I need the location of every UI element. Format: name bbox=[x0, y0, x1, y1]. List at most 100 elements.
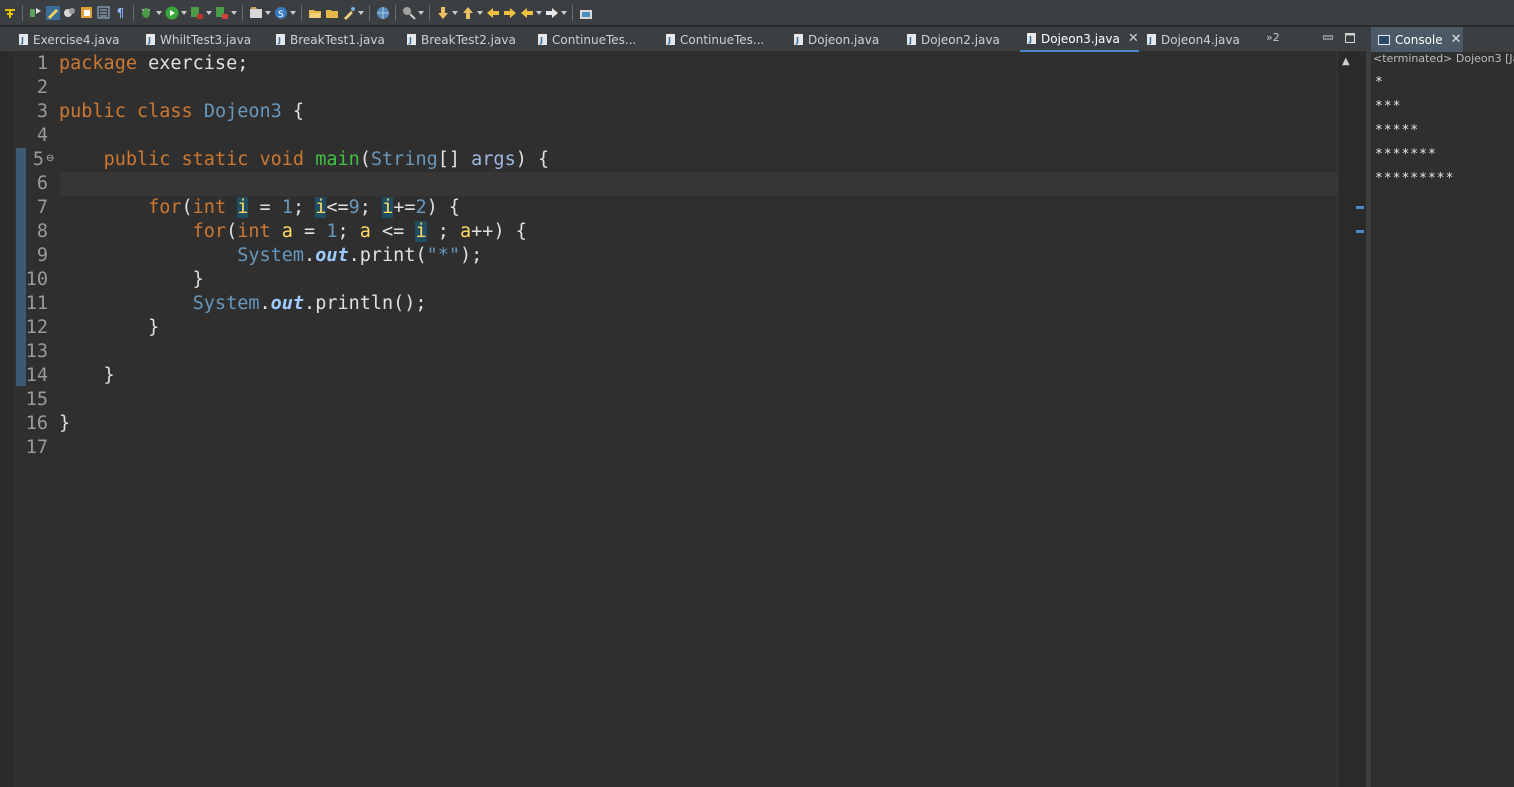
annotation-icon[interactable] bbox=[401, 5, 416, 20]
variable-occurrence: i bbox=[237, 197, 249, 218]
keyword: int bbox=[192, 197, 227, 218]
number-literal: 2 bbox=[415, 197, 427, 218]
java-file-icon: J bbox=[276, 34, 285, 45]
code-line-3: public class Dojeon3 { bbox=[59, 100, 304, 124]
chevron-down-icon[interactable] bbox=[156, 5, 162, 20]
occurrence-marker[interactable] bbox=[1356, 230, 1364, 233]
keyword: package bbox=[59, 53, 137, 74]
console-output-line: ******* bbox=[1375, 147, 1437, 162]
next-annotation-icon[interactable] bbox=[28, 5, 43, 20]
tab-label: BreakTest1.java bbox=[290, 32, 385, 47]
tab-label: Exercise4.java bbox=[33, 32, 120, 47]
console-status: <terminated> Dojeon3 [Ja bbox=[1373, 52, 1514, 65]
chevron-down-icon[interactable] bbox=[418, 5, 424, 20]
tab-dojeon2[interactable]: J Dojeon2.java bbox=[907, 27, 1000, 52]
run-icon[interactable] bbox=[164, 5, 179, 20]
web-browser-icon[interactable] bbox=[375, 5, 390, 20]
open-type-icon[interactable] bbox=[307, 5, 322, 20]
java-file-icon: J bbox=[146, 34, 155, 45]
coverage-icon[interactable] bbox=[189, 5, 204, 20]
debug-icon[interactable] bbox=[139, 5, 154, 20]
editor-left-ruler bbox=[0, 52, 14, 787]
variable-occurrence: i bbox=[415, 221, 427, 242]
chevron-down-icon[interactable] bbox=[477, 5, 483, 20]
tab-dojeon4[interactable]: J Dojeon4.java bbox=[1147, 27, 1240, 52]
new-java-package-icon[interactable] bbox=[248, 5, 263, 20]
tab-continuetest-b[interactable]: J ContinueTes... bbox=[666, 27, 764, 52]
tab-dojeon3[interactable]: J Dojeon3.java ✕ bbox=[1020, 27, 1139, 52]
code-text-segment: ( bbox=[415, 245, 427, 266]
keyword: void bbox=[259, 149, 305, 170]
search-icon[interactable] bbox=[341, 5, 356, 20]
tab-whilttest3[interactable]: J WhiltTest3.java bbox=[146, 27, 251, 52]
keyword: public bbox=[103, 149, 171, 170]
tab-breaktest2[interactable]: J BreakTest2.java bbox=[407, 27, 516, 52]
console-output-line: ********* bbox=[1375, 171, 1455, 186]
code-line-7: for(int i = 1; i<=9; i+=2) { bbox=[59, 196, 460, 220]
keyword: for bbox=[192, 221, 227, 242]
tab-exercise4[interactable]: J Exercise4.java bbox=[19, 27, 120, 52]
previous-edit-icon[interactable] bbox=[460, 5, 475, 20]
next-edit-icon[interactable] bbox=[435, 5, 450, 20]
chevron-down-icon[interactable] bbox=[206, 5, 212, 20]
tab-dojeon[interactable]: J Dojeon.java bbox=[794, 27, 879, 52]
line-number: 12 bbox=[25, 317, 48, 338]
last-edit-icon[interactable] bbox=[485, 5, 500, 20]
code-text-segment: . bbox=[259, 293, 271, 314]
toggle-ant-icon[interactable] bbox=[2, 5, 17, 20]
static-field: out bbox=[315, 245, 349, 266]
tab-breaktest1[interactable]: J BreakTest1.java bbox=[276, 27, 385, 52]
method-name: main bbox=[315, 149, 360, 170]
minimize-icon[interactable] bbox=[1322, 31, 1334, 45]
code-text-segment: ++) { bbox=[471, 221, 527, 242]
chevron-down-icon[interactable] bbox=[181, 5, 187, 20]
type-name: String bbox=[370, 149, 438, 170]
parameter-name: args bbox=[471, 149, 516, 170]
tab-overflow-indicator[interactable]: »2 bbox=[1266, 31, 1280, 44]
pilcrow-icon[interactable]: ¶ bbox=[113, 5, 128, 20]
toggle-block-selection-icon[interactable] bbox=[62, 5, 77, 20]
chevron-down-icon[interactable] bbox=[452, 5, 458, 20]
editor-scrollbar[interactable]: ▲ bbox=[1337, 52, 1356, 787]
back-icon[interactable] bbox=[519, 5, 534, 20]
close-icon[interactable]: ✕ bbox=[1451, 32, 1462, 47]
new-java-class-icon[interactable]: S bbox=[273, 5, 288, 20]
occurrence-marker[interactable] bbox=[1356, 206, 1364, 209]
variable: a bbox=[460, 221, 472, 242]
number-literal: 1 bbox=[326, 221, 338, 242]
tab-label: Dojeon3.java bbox=[1041, 31, 1120, 46]
maximize-icon[interactable] bbox=[1344, 31, 1356, 45]
forward-icon[interactable] bbox=[544, 5, 559, 20]
line-number: 4 bbox=[36, 125, 48, 146]
svg-text:S: S bbox=[278, 10, 284, 20]
show-whitespace-icon[interactable] bbox=[79, 5, 94, 20]
chevron-down-icon[interactable] bbox=[561, 5, 567, 20]
chevron-down-icon[interactable] bbox=[265, 5, 271, 20]
keyword: public bbox=[59, 101, 126, 122]
toggle-mark-occurrences-icon[interactable] bbox=[45, 5, 60, 20]
tab-console[interactable]: Console ✕ bbox=[1371, 27, 1463, 52]
code-line-12: } bbox=[59, 317, 160, 338]
close-icon[interactable]: ✕ bbox=[1128, 31, 1139, 46]
tab-continuetest-a[interactable]: J ContinueTes... bbox=[538, 27, 636, 52]
open-task-icon[interactable] bbox=[324, 5, 339, 20]
toolbar-separator bbox=[301, 4, 302, 21]
toolbar-separator bbox=[429, 4, 430, 21]
class-name: System bbox=[192, 293, 260, 314]
forward-edit-icon[interactable] bbox=[502, 5, 517, 20]
external-tools-icon[interactable] bbox=[214, 5, 229, 20]
scroll-up-icon[interactable]: ▲ bbox=[1342, 56, 1350, 67]
open-perspective-icon[interactable] bbox=[578, 5, 593, 20]
code-text-segment: . bbox=[304, 245, 316, 266]
block-icon[interactable] bbox=[96, 5, 111, 20]
java-file-icon: J bbox=[538, 34, 547, 45]
chevron-down-icon[interactable] bbox=[231, 5, 237, 20]
line-number: 16 bbox=[25, 413, 48, 434]
line-number: 15 bbox=[25, 389, 48, 410]
fold-collapse-icon[interactable]: ⊖ bbox=[46, 153, 54, 164]
chevron-down-icon[interactable] bbox=[536, 5, 542, 20]
chevron-down-icon[interactable] bbox=[358, 5, 364, 20]
code-text-segment: ( bbox=[181, 197, 193, 218]
line-number: 9 bbox=[36, 245, 48, 266]
chevron-down-icon[interactable] bbox=[290, 5, 296, 20]
